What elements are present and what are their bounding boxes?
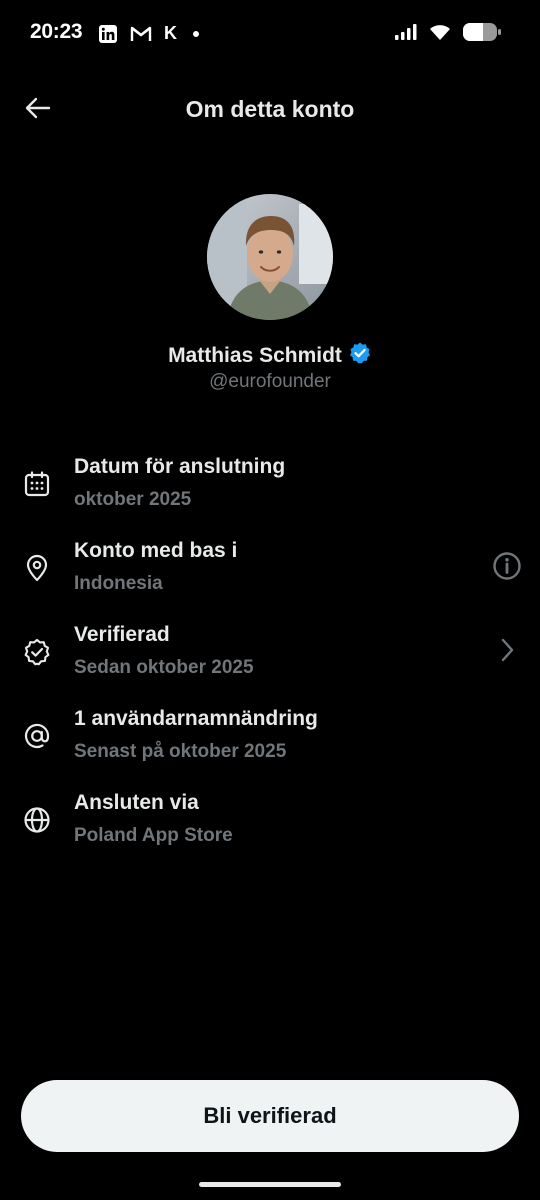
wifi-icon	[428, 23, 452, 46]
info-title: Ansluten via	[74, 791, 199, 814]
page-title: Om detta konto	[185, 96, 355, 122]
info-title: Konto med bas i	[74, 539, 238, 562]
status-time: 20:23	[30, 20, 83, 43]
verified-badge-icon[interactable]	[348, 341, 372, 370]
get-verified-button[interactable]: Bli verifierad	[21, 1080, 519, 1152]
info-title: 1 användarnamnändring	[74, 707, 318, 730]
chevron-right-icon	[497, 637, 517, 668]
info-button[interactable]	[490, 551, 524, 585]
info-subtitle: oktober 2025	[74, 489, 192, 510]
info-row-join-date: Datum för anslutning oktober 2025	[0, 447, 540, 531]
location-pin-icon	[22, 553, 52, 583]
info-subtitle: Indonesia	[74, 573, 163, 594]
gmail-icon	[130, 25, 152, 43]
status-app-icons: K	[98, 23, 203, 44]
info-subtitle: Senast på oktober 2025	[74, 741, 287, 762]
profile-name-row: Matthias Schmidt	[0, 341, 540, 370]
info-title: Verifierad	[74, 623, 170, 646]
at-sign-icon	[22, 721, 52, 751]
verified-chevron-button[interactable]	[490, 635, 524, 669]
info-subtitle: Poland App Store	[74, 825, 233, 846]
profile-name: Matthias Schmidt	[168, 343, 342, 367]
home-indicator[interactable]	[199, 1182, 341, 1187]
info-subtitle: Sedan oktober 2025	[74, 657, 254, 678]
account-info-list: Datum för anslutning oktober 2025 Konto …	[0, 447, 540, 867]
verified-check-icon	[22, 637, 52, 667]
info-row-account-based-in: Konto med bas i Indonesia	[0, 531, 540, 615]
klarna-icon: K	[164, 23, 177, 43]
avatar[interactable]	[207, 194, 333, 320]
status-bar: 20:23 K	[0, 0, 540, 68]
info-row-connected-via: Ansluten via Poland App Store	[0, 783, 540, 867]
info-icon	[492, 551, 522, 586]
status-indicators	[394, 22, 502, 47]
about-account-screen: 20:23 K Om detta konto Matthias Schmidt …	[0, 0, 540, 1200]
signal-icon	[394, 23, 418, 46]
info-row-verified[interactable]: Verifierad Sedan oktober 2025	[0, 615, 540, 699]
calendar-icon	[22, 469, 52, 499]
info-title: Datum för anslutning	[74, 455, 286, 478]
info-row-username-changes: 1 användarnamnändring Senast på oktober …	[0, 699, 540, 783]
battery-icon	[462, 22, 502, 47]
profile-handle: @eurofounder	[209, 371, 331, 392]
notification-dot-icon	[189, 27, 203, 41]
globe-icon	[22, 805, 52, 835]
linkedin-icon	[98, 24, 118, 44]
header: Om detta konto	[0, 80, 540, 140]
